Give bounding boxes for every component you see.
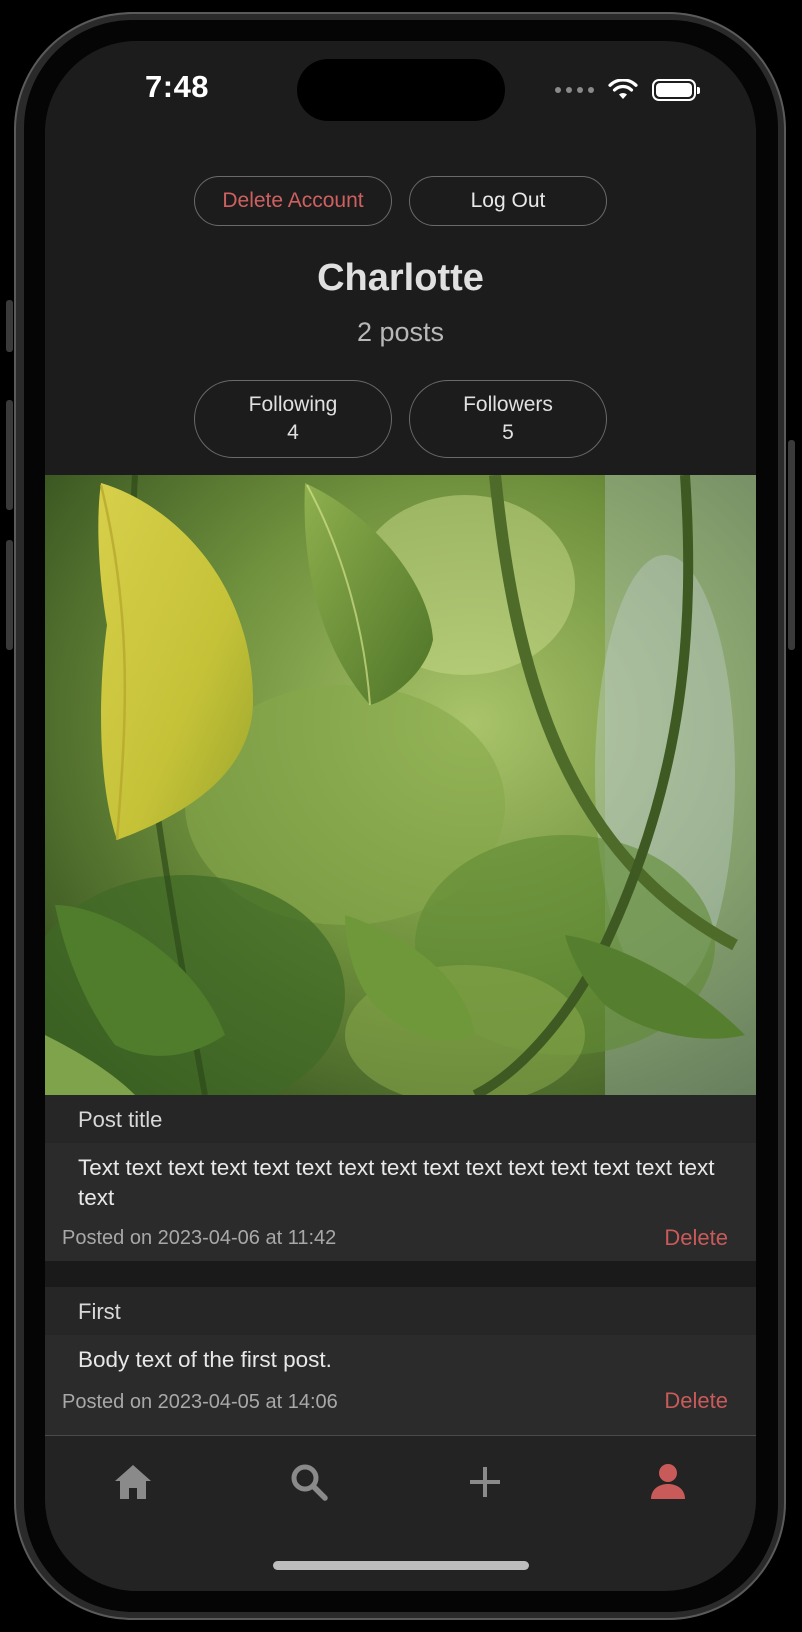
following-count: 4 [287,421,299,444]
post-delete-button[interactable]: Delete [664,1225,728,1251]
volume-up-button [6,400,13,510]
wifi-icon [608,79,638,99]
post-timestamp: Posted on 2023-04-05 at 14:06 [62,1391,338,1413]
profile-header: Delete Account Log Out Charlotte 2 posts… [45,139,756,475]
post-image [45,475,756,1095]
post-body-text: Text text text text text text text text … [78,1155,715,1210]
following-button[interactable]: Following 4 [194,380,392,458]
following-label: Following [248,393,338,416]
search-icon [291,1464,328,1501]
screen: 7:48 Delete Account Log Out Charlotte 2 … [45,41,756,1591]
status-icons [555,77,700,103]
post-title: Post title [78,1107,163,1132]
status-time: 7:48 [145,69,210,104]
post-timestamp: Posted on 2023-04-06 at 11:42 [62,1227,337,1249]
delete-account-button[interactable]: Delete Account [194,176,392,226]
action-button [6,300,13,352]
followers-count: 5 [502,421,514,444]
plus-icon [470,1467,500,1497]
profile-screen: Delete Account Log Out Charlotte 2 posts… [45,139,756,1435]
post-divider [45,1261,756,1287]
tab-search[interactable] [279,1452,339,1512]
post-body-text: Body text of the first post. [78,1347,332,1372]
power-button [788,440,795,650]
cellular-signal-icon [555,87,594,93]
followers-label: Followers [463,393,553,416]
person-icon [651,1464,685,1499]
tab-profile[interactable] [638,1452,698,1512]
post-title: First [78,1299,121,1324]
followers-button[interactable]: Followers 5 [409,380,607,458]
tab-new-post[interactable] [455,1452,515,1512]
dynamic-island [297,59,505,121]
posts-count: 2 posts [356,317,445,347]
logout-button[interactable]: Log Out [409,176,607,226]
home-indicator [273,1561,529,1570]
post-delete-button[interactable]: Delete [664,1388,728,1414]
home-icon [115,1465,151,1499]
status-bar: 7:48 [45,41,756,139]
post-card: Text text text text text text text text … [45,1143,756,1261]
volume-down-button [6,540,13,650]
battery-icon [652,79,700,101]
profile-name: Charlotte [317,257,484,299]
tab-home[interactable] [103,1452,163,1512]
post-card: Body text of the first post. Posted on 2… [45,1335,756,1435]
post-title-bar: Post title [45,1095,756,1143]
post-title-bar: First [45,1287,756,1335]
